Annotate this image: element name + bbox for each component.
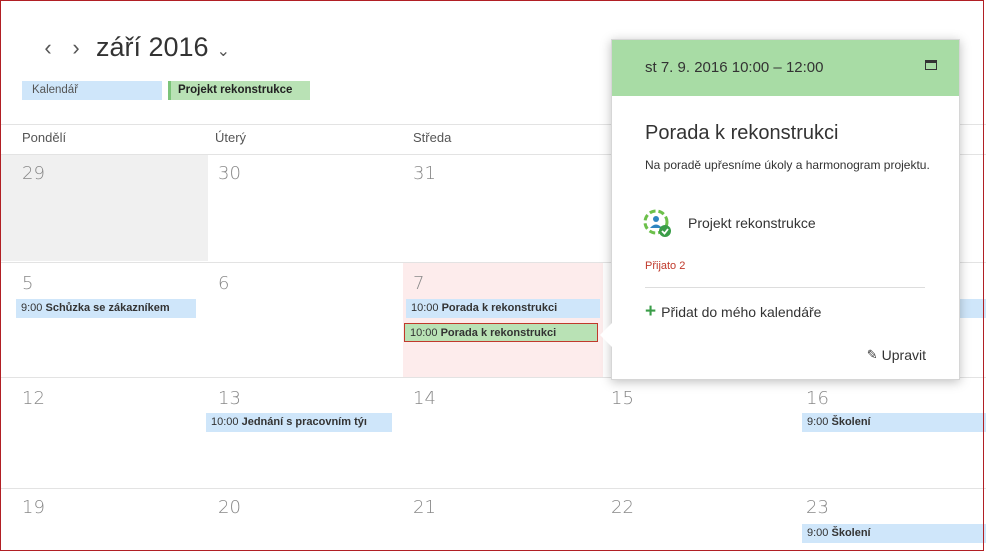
divider xyxy=(645,287,925,288)
day-number: 6 xyxy=(218,273,230,294)
day-number: 15 xyxy=(611,388,634,409)
day-cell[interactable]: 16 xyxy=(798,378,986,488)
event-title: Porada k rekonstrukci xyxy=(440,327,557,339)
day-cell[interactable]: 15 xyxy=(603,378,798,488)
event-time: 10:00 xyxy=(211,416,239,428)
event-item[interactable]: 10:00 Jednání s pracovním týı xyxy=(206,413,392,432)
event-title: Školení xyxy=(831,416,871,428)
day-cell[interactable]: 31 xyxy=(403,155,603,261)
edit-label: Upravit xyxy=(881,347,926,363)
month-title[interactable]: září 2016 xyxy=(96,32,209,63)
next-month-button[interactable]: › xyxy=(62,35,90,61)
edit-button[interactable]: ✎ Upravit xyxy=(867,347,926,363)
calendar-legend: Kalendář Projekt rekonstrukce xyxy=(22,81,310,100)
group-calendar-icon xyxy=(643,209,671,237)
day-cell-selected[interactable]: 7 xyxy=(403,263,603,377)
day-cell[interactable]: 14 xyxy=(403,378,603,488)
event-popup: st 7. 9. 2016 10:00 – 12:00 Porada k rek… xyxy=(611,39,960,380)
day-cell[interactable]: 12 xyxy=(0,378,208,488)
event-time: 9:00 xyxy=(807,527,829,539)
event-time: 10:00 xyxy=(410,327,438,339)
day-cell[interactable]: 20 xyxy=(208,489,403,553)
popup-datetime: st 7. 9. 2016 10:00 – 12:00 xyxy=(645,59,824,76)
popup-status[interactable]: Přijato 2 xyxy=(645,260,685,272)
event-item[interactable]: 9:00 Školení xyxy=(802,413,986,432)
popup-header: st 7. 9. 2016 10:00 – 12:00 xyxy=(612,40,959,96)
event-item-selected[interactable]: 10:00 Porada k rekonstrukci xyxy=(404,323,598,342)
event-title: Schůzka se zákazníkem xyxy=(45,302,170,314)
popup-pointer xyxy=(600,323,612,347)
popup-description: Na poradě upřesníme úkoly a harmonogram … xyxy=(645,158,930,172)
weekday-tuesday: Úterý xyxy=(215,130,247,145)
day-number: 13 xyxy=(218,388,241,409)
day-cell[interactable]: 29 xyxy=(0,155,208,261)
day-cell[interactable]: 23 xyxy=(798,489,986,553)
event-item[interactable]: 9:00 Školení xyxy=(802,524,986,543)
day-cell[interactable]: 21 xyxy=(403,489,603,553)
event-time: 9:00 xyxy=(807,416,829,428)
calendar-tag-kalendar[interactable]: Kalendář xyxy=(22,81,162,100)
day-number: 7 xyxy=(413,273,425,294)
day-number: 5 xyxy=(22,273,34,294)
day-number: 19 xyxy=(22,497,45,518)
event-item[interactable]: 9:00 Schůzka se zákazníkem xyxy=(16,299,196,318)
day-number: 20 xyxy=(218,497,241,518)
add-to-calendar-label: Přidat do mého kalendáře xyxy=(661,304,822,320)
popup-title: Porada k rekonstrukci xyxy=(645,122,839,144)
day-number: 22 xyxy=(611,497,634,518)
day-cell[interactable]: 5 xyxy=(0,263,208,377)
day-cell[interactable]: 13 xyxy=(208,378,403,488)
day-cell[interactable]: 19 xyxy=(0,489,208,553)
day-number: 31 xyxy=(413,163,436,184)
weekday-monday: Pondělí xyxy=(22,130,67,145)
month-navigation: ‹ › září 2016 ⌄ xyxy=(34,32,230,63)
popup-calendar-name: Projekt rekonstrukce xyxy=(688,215,816,231)
event-title: Porada k rekonstrukci xyxy=(441,302,558,314)
day-number: 23 xyxy=(806,497,829,518)
weekday-wednesday: Středa xyxy=(413,130,452,145)
pencil-icon: ✎ xyxy=(866,347,878,362)
day-number: 29 xyxy=(22,163,45,184)
day-number: 30 xyxy=(218,163,241,184)
chevron-down-icon[interactable]: ⌄ xyxy=(217,41,230,61)
day-cell[interactable]: 6 xyxy=(208,263,403,377)
expand-icon[interactable] xyxy=(925,60,937,70)
previous-month-button[interactable]: ‹ xyxy=(34,35,62,61)
add-to-calendar-button[interactable]: + Přidat do mého kalendáře xyxy=(645,301,822,322)
day-number: 16 xyxy=(806,388,829,409)
day-number: 12 xyxy=(22,388,45,409)
plus-icon: + xyxy=(645,301,657,322)
day-cell[interactable]: 22 xyxy=(603,489,798,553)
day-cell[interactable]: 30 xyxy=(208,155,403,261)
day-number: 14 xyxy=(413,388,436,409)
event-time: 10:00 xyxy=(411,302,439,314)
calendar-tag-projekt[interactable]: Projekt rekonstrukce xyxy=(168,81,310,100)
event-title: Školení xyxy=(831,527,871,539)
event-item[interactable]: 10:00 Porada k rekonstrukci xyxy=(406,299,600,318)
event-title: Jednání s pracovním týı xyxy=(241,416,367,428)
event-time: 9:00 xyxy=(21,302,43,314)
day-number: 21 xyxy=(413,497,436,518)
